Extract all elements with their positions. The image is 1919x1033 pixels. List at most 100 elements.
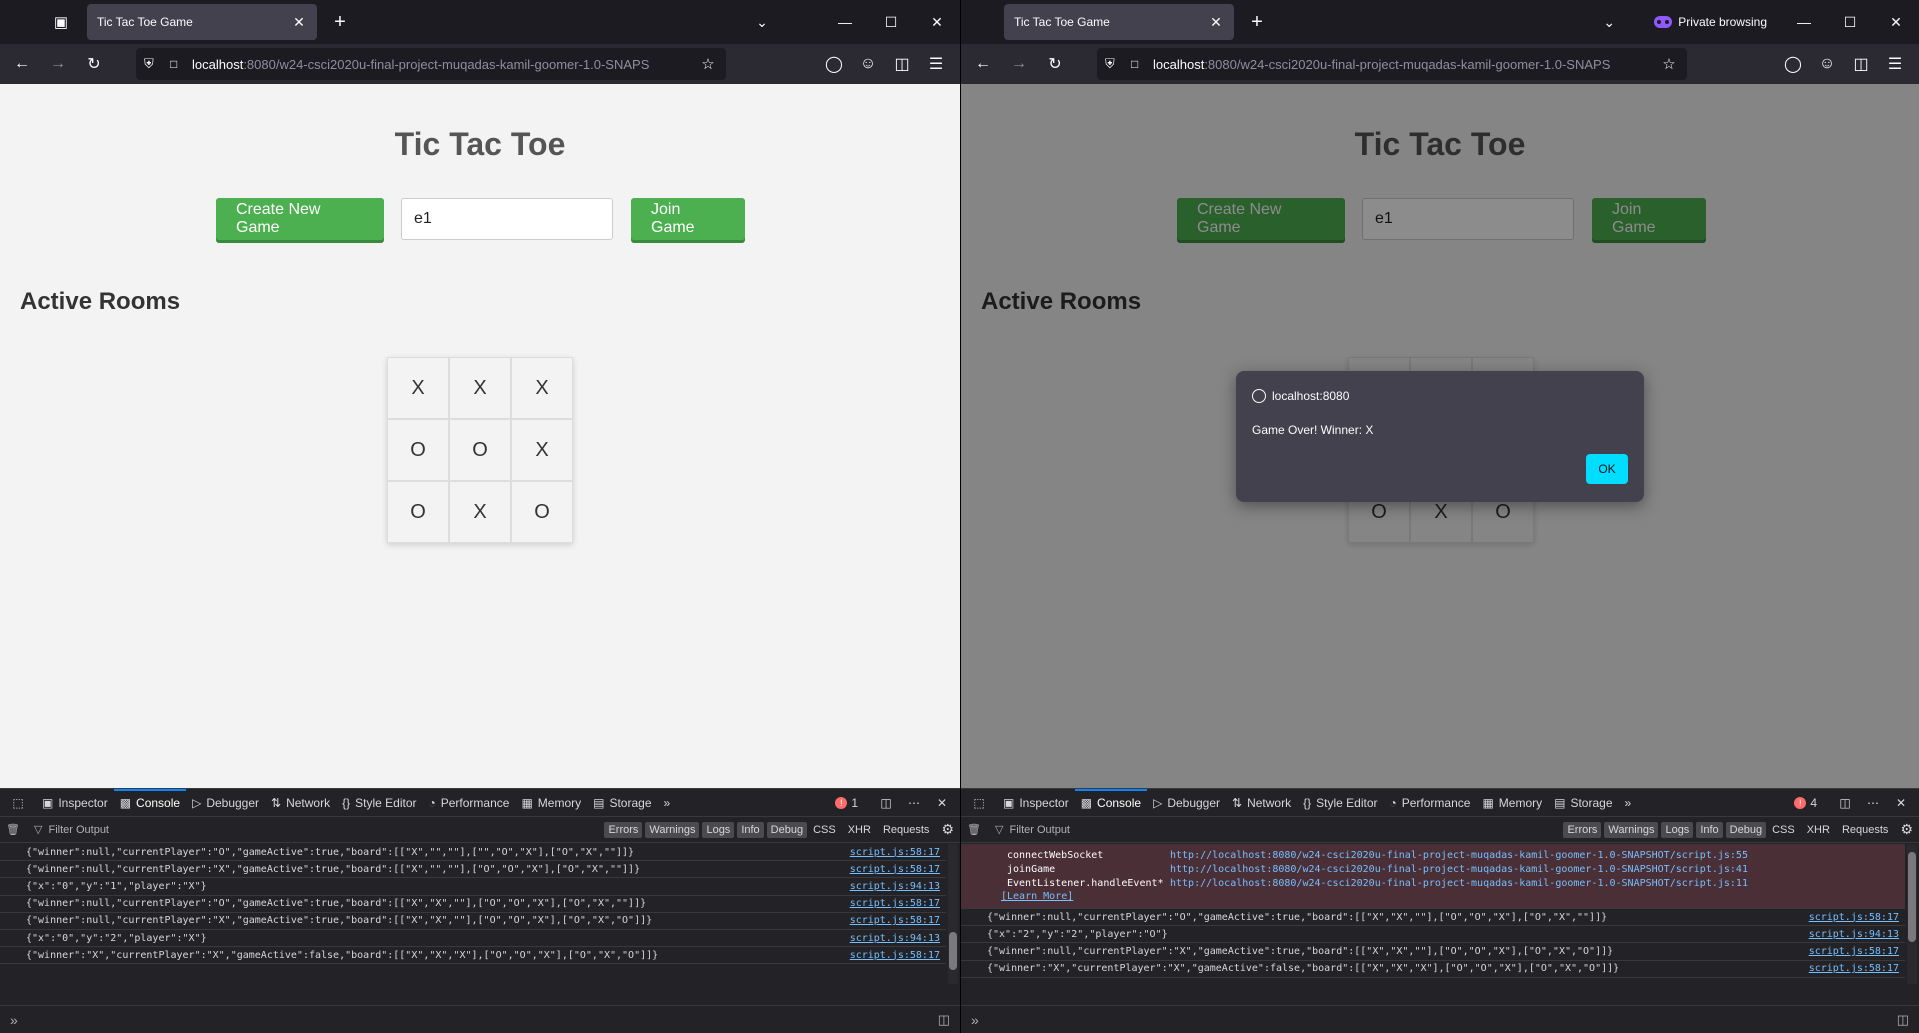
element-picker-icon[interactable]: ⬚ [967,796,991,810]
tab-inspector[interactable]: ▣ Inspector [36,789,114,817]
puzzle-icon[interactable]: ◫ [1845,48,1877,80]
maximize-button[interactable]: ☐ [1827,0,1873,44]
tab-console[interactable]: ▩ Console [1074,788,1148,817]
account-icon[interactable]: ☺ [1811,48,1843,80]
error-count-badge[interactable]: ! 1 [835,796,858,810]
more-tabs-icon[interactable]: » [658,789,677,817]
forward-arrow-icon[interactable]: → [42,48,74,80]
star-icon[interactable]: ☆ [698,55,718,73]
close-icon[interactable]: ✕ [291,14,307,31]
tab-console[interactable]: ▩ Console [113,788,187,817]
back-arrow-icon[interactable]: ← [967,48,999,80]
filter-logs[interactable]: Logs [1661,821,1694,838]
create-game-button[interactable]: Create New Game [216,198,384,240]
dock-icon[interactable]: ◫ [874,796,898,810]
split-console-icon[interactable]: ◫ [1897,1012,1909,1028]
url-bar[interactable]: ⛨ □ localhost:8080/w24-csci2020u-final-p… [136,48,726,80]
log-source-link[interactable]: script.js:58:17 [1809,963,1899,974]
new-tab-button[interactable]: + [325,7,355,37]
learn-more-link[interactable]: [Learn More] [961,890,1905,904]
trash-icon[interactable]: 🗑 [6,823,26,836]
log-source-link[interactable]: script.js:58:17 [850,950,940,961]
gear-icon[interactable]: ⚙ [1900,821,1913,838]
close-window-button[interactable]: ✕ [914,0,960,44]
ok-button[interactable]: OK [1586,454,1628,484]
log-source-link[interactable]: script.js:58:17 [1809,912,1899,923]
board-cell[interactable]: O [449,419,511,481]
game-id-input[interactable]: e1 [401,198,613,240]
scrollbar-thumb[interactable] [949,932,957,970]
scrollbar-thumb[interactable] [1908,852,1916,942]
tab-memory[interactable]: ▦ Memory [1476,789,1548,817]
tab-memory[interactable]: ▦ Memory [515,789,587,817]
star-icon[interactable]: ☆ [1659,55,1679,73]
reload-icon[interactable]: ↻ [1039,48,1071,80]
tab-style-editor[interactable]: {} Style Editor [1297,789,1383,817]
filter-info[interactable]: Info [737,821,764,838]
tab-performance[interactable]: ◔ Performance [1383,789,1476,817]
filter-input[interactable]: ▽ Filter Output [995,823,1560,837]
board-cell[interactable]: X [449,357,511,419]
shield-icon[interactable]: ⛨ [1105,56,1121,72]
filter-errors[interactable]: Errors [1563,821,1602,838]
url-bar[interactable]: ⛨ □ localhost:8080/w24-csci2020u-final-p… [1097,48,1687,80]
frame-location[interactable]: http://localhost:8080/w24-csci2020u-fina… [1170,850,1748,861]
console-scrollbar[interactable] [1907,844,1917,984]
tab-style-editor[interactable]: {} Style Editor [336,789,422,817]
filter-logs[interactable]: Logs [702,821,735,838]
tab-storage[interactable]: ▤ Storage [587,789,657,817]
join-game-button[interactable]: Join Game [631,198,745,240]
close-icon[interactable]: ✕ [1208,14,1224,31]
board-cell[interactable]: O [511,481,573,543]
console-scrollbar[interactable] [948,844,958,984]
board-cell[interactable]: X [449,481,511,543]
tab-list-icon[interactable]: ▣ [43,4,79,40]
board-cell[interactable]: X [511,357,573,419]
reload-icon[interactable]: ↻ [78,48,110,80]
tab-debugger[interactable]: ▷ Debugger [1147,789,1226,817]
element-picker-icon[interactable]: ⬚ [6,796,30,810]
filter-input[interactable]: ▽ Filter Output [34,823,601,837]
tab-debugger[interactable]: ▷ Debugger [186,789,265,817]
filter-warnings[interactable]: Warnings [1604,821,1659,838]
minimize-button[interactable]: — [822,0,868,44]
pocket-icon[interactable]: ◯ [818,48,850,80]
puzzle-icon[interactable]: ◫ [886,48,918,80]
minimize-button[interactable]: — [1781,0,1827,44]
browser-tab[interactable]: Tic Tac Toe Game ✕ [1004,4,1234,40]
more-options-icon[interactable]: ⋯ [1861,796,1885,810]
filter-css[interactable]: CSS [1766,822,1801,838]
log-source-link[interactable]: script.js:58:17 [1809,946,1899,957]
hamburger-icon[interactable]: ☰ [920,48,952,80]
filter-debug[interactable]: Debug [1725,821,1767,838]
url-text[interactable]: localhost:8080/w24-csci2020u-final-proje… [1153,57,1659,72]
close-icon[interactable]: ✕ [930,796,954,810]
board-cell[interactable]: O [387,481,449,543]
error-count-badge[interactable]: ! 4 [1794,796,1817,810]
forward-arrow-icon[interactable]: → [1003,48,1035,80]
log-source-link[interactable]: script.js:94:13 [1809,929,1899,940]
board-cell[interactable]: X [387,357,449,419]
tab-storage[interactable]: ▤ Storage [1548,789,1618,817]
tab-network[interactable]: ⇅ Network [265,789,336,817]
log-source-link[interactable]: script.js:58:17 [850,864,940,875]
tab-performance[interactable]: ◔ Performance [422,789,515,817]
chevron-down-icon[interactable]: ⌄ [747,7,777,37]
filter-css[interactable]: CSS [807,822,842,838]
console-input[interactable]: » ◫ [0,1005,960,1033]
log-source-link[interactable]: script.js:58:17 [850,898,940,909]
filter-xhr[interactable]: XHR [1801,822,1836,838]
trash-icon[interactable]: 🗑 [967,823,987,836]
board-cell[interactable]: X [511,419,573,481]
split-console-icon[interactable]: ◫ [938,1012,950,1028]
filter-requests[interactable]: Requests [1836,822,1894,838]
frame-location[interactable]: http://localhost:8080/w24-csci2020u-fina… [1170,864,1748,875]
filter-xhr[interactable]: XHR [842,822,877,838]
chevron-down-icon[interactable]: ⌄ [1594,7,1624,37]
tab-network[interactable]: ⇅ Network [1226,789,1297,817]
filter-info[interactable]: Info [1696,821,1723,838]
frame-location[interactable]: http://localhost:8080/w24-csci2020u-fina… [1170,878,1748,889]
gear-icon[interactable]: ⚙ [941,821,954,838]
browser-tab[interactable]: Tic Tac Toe Game ✕ [87,4,317,40]
filter-errors[interactable]: Errors [604,821,643,838]
